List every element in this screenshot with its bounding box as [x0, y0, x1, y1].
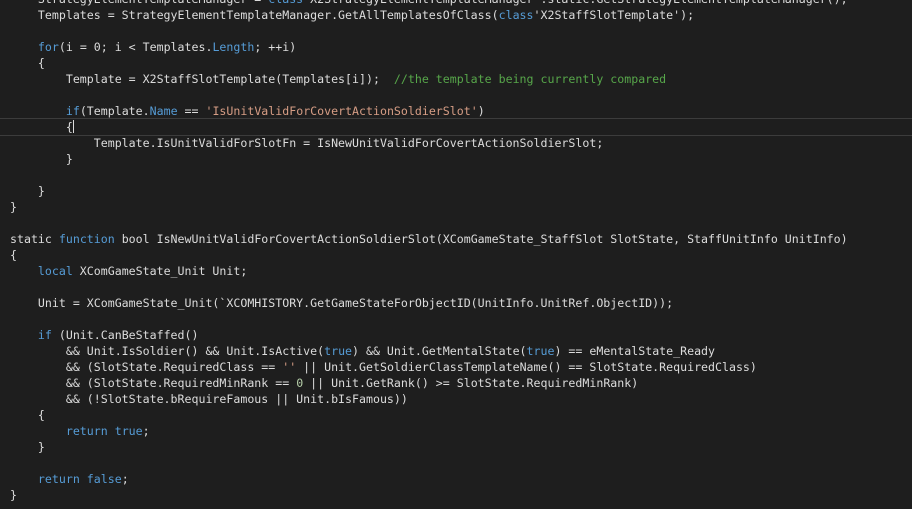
code-line[interactable]: && (!SlotState.bRequireFamous || Unit.bI…	[10, 391, 912, 407]
code-token: {	[10, 408, 45, 422]
code-token: }	[10, 152, 73, 166]
keyword-token: if	[65, 104, 80, 118]
comment-token: //the template being currently compared	[393, 72, 667, 86]
code-line[interactable]	[10, 167, 912, 183]
code-token: Templates = StrategyElementTemplateManag…	[10, 8, 499, 22]
keyword-token: class	[498, 8, 534, 22]
code-line[interactable]: && (SlotState.RequiredClass == '' || Uni…	[10, 359, 912, 375]
code-line[interactable]: Unit = XComGameState_Unit(`XCOMHISTORY.G…	[10, 295, 912, 311]
code-line[interactable]: {	[10, 55, 912, 71]
code-token: ; ++i)	[254, 40, 297, 54]
code-line[interactable]: StrategyElementTemplateManager = class'X…	[10, 0, 912, 7]
code-line[interactable]	[10, 311, 912, 327]
code-line[interactable]: Templates = StrategyElementTemplateManag…	[10, 7, 912, 23]
code-token: (Template.	[79, 104, 150, 118]
code-token: {	[65, 120, 73, 134]
code-line[interactable]	[10, 279, 912, 295]
code-token: ==	[177, 104, 206, 118]
keyword-token: if	[37, 328, 52, 342]
code-token: static	[10, 232, 59, 246]
keyword-token: for	[37, 40, 59, 54]
keyword-token: Name	[149, 104, 178, 118]
code-token: )	[477, 104, 485, 118]
code-line[interactable]: && (SlotState.RequiredMinRank == 0 || Un…	[10, 375, 912, 391]
string-token: 'IsUnitValidForCovertActionSoldierSlot'	[205, 104, 478, 118]
code-token: }	[10, 440, 45, 454]
code-token: ) == eMentalState_Ready	[554, 344, 716, 358]
code-line[interactable]: static function bool IsNewUnitValidForCo…	[10, 231, 912, 247]
string-token: ''	[282, 360, 297, 374]
keyword-token: false	[86, 472, 122, 486]
keyword-token: local	[37, 264, 73, 278]
code-line[interactable]: return true;	[10, 423, 912, 439]
code-line[interactable]	[10, 455, 912, 471]
code-line[interactable]: }	[10, 199, 912, 215]
code-token: {	[10, 56, 45, 70]
keyword-token: function	[58, 232, 115, 246]
code-line[interactable]	[10, 87, 912, 103]
code-token: (i = 0; i < Templates.	[58, 40, 213, 54]
code-line[interactable]: return false;	[10, 471, 912, 487]
code-token: && (SlotState.RequiredMinRank ==	[10, 376, 297, 390]
code-line[interactable]	[10, 23, 912, 39]
keyword-token: true	[324, 344, 353, 358]
code-line[interactable]: {	[10, 407, 912, 423]
code-line[interactable]: }	[10, 439, 912, 455]
code-token: Template.IsUnitValidForSlotFn = IsNewUni…	[10, 136, 604, 150]
code-token: StrategyElementTemplateManager =	[10, 0, 268, 6]
keyword-token: return	[37, 472, 80, 486]
code-line[interactable]: }	[10, 151, 912, 167]
code-token: Template = X2StaffSlotTemplate(Templates…	[10, 72, 394, 86]
code-line[interactable]: && Unit.IsSoldier() && Unit.IsActive(tru…	[10, 343, 912, 359]
code-line[interactable]: }	[10, 487, 912, 503]
code-token: XComGameState_Unit Unit;	[72, 264, 248, 278]
code-token: (Unit.CanBeStaffed()	[51, 328, 199, 342]
keyword-token: return	[65, 424, 108, 438]
code-text-area[interactable]: StrategyElementTemplateManager = class'X…	[0, 0, 912, 503]
code-token: }	[10, 488, 17, 502]
code-token: 'X2StaffSlotTemplate');	[533, 8, 695, 22]
code-line[interactable]: {	[10, 247, 912, 263]
keyword-token: Length	[212, 40, 255, 54]
code-token: && Unit.IsSoldier() && Unit.IsActive(	[10, 344, 325, 358]
code-line[interactable]: Template.IsUnitValidForSlotFn = IsNewUni…	[10, 135, 912, 151]
keyword-token: true	[526, 344, 555, 358]
code-token: ;	[121, 472, 129, 486]
code-token: }	[10, 184, 45, 198]
code-token: 'X2StrategyElementTemplateManager'.stati…	[303, 0, 847, 6]
current-code-line[interactable]: {	[0, 118, 912, 136]
code-line[interactable]: for(i = 0; i < Templates.Length; ++i)	[10, 39, 912, 55]
code-token: }	[10, 200, 17, 214]
code-token: ) && Unit.GetMentalState(	[352, 344, 527, 358]
keyword-token: true	[114, 424, 143, 438]
code-token: || Unit.GetSoldierClassTemplateName() ==…	[296, 360, 757, 374]
code-token: ;	[142, 424, 150, 438]
code-line[interactable]	[10, 215, 912, 231]
code-line[interactable]: Template = X2StaffSlotTemplate(Templates…	[10, 71, 912, 87]
code-token: && (SlotState.RequiredClass ==	[10, 360, 283, 374]
code-token: Unit = XComGameState_Unit(`XCOMHISTORY.G…	[10, 296, 674, 310]
code-line[interactable]: if(Template.Name == 'IsUnitValidForCover…	[10, 103, 912, 119]
code-line[interactable]: }	[10, 183, 912, 199]
code-token: {	[10, 248, 17, 262]
code-token: && (!SlotState.bRequireFamous || Unit.bI…	[10, 392, 408, 406]
code-token: || Unit.GetRank() >= SlotState.RequiredM…	[303, 376, 639, 390]
code-line[interactable]: local XComGameState_Unit Unit;	[10, 263, 912, 279]
code-editor[interactable]: StrategyElementTemplateManager = class'X…	[0, 0, 912, 509]
code-line[interactable]: if (Unit.CanBeStaffed()	[10, 327, 912, 343]
keyword-token: class	[268, 0, 303, 6]
text-caret	[72, 120, 74, 133]
code-token: bool IsNewUnitValidForCovertActionSoldie…	[114, 232, 848, 246]
